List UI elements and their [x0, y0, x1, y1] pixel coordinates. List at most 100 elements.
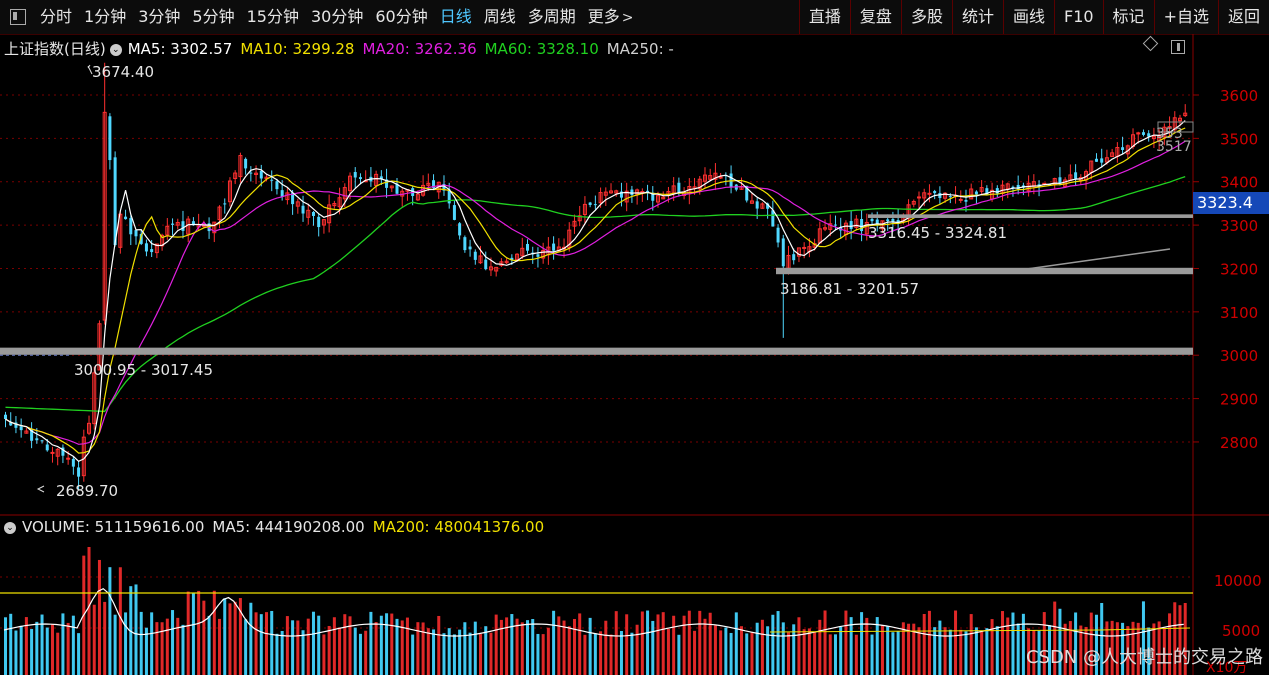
volume-bar [249, 602, 253, 675]
volume-bar [974, 627, 978, 675]
volume-bar [604, 620, 608, 675]
candle-body-down [452, 205, 456, 220]
volume-bar [656, 614, 660, 675]
candle-body-down [630, 189, 634, 196]
volume-bar [719, 630, 723, 675]
volume-bar [66, 622, 70, 675]
volume-bar [207, 615, 211, 675]
volume-bar [92, 604, 96, 675]
volume-bar [964, 631, 968, 675]
volume-bar [776, 611, 780, 675]
volume-bar [990, 619, 994, 675]
candle-body-down [468, 246, 472, 250]
volume-bar [1011, 612, 1015, 675]
volume-bar [118, 567, 122, 675]
volume-bar [531, 619, 535, 675]
volume-bar [599, 631, 603, 675]
candle-body-down [113, 157, 117, 246]
volume-bar [358, 633, 362, 675]
volume-bar [244, 619, 248, 675]
candle-body-down [40, 440, 44, 442]
kline-chart[interactable]: 3600 3500 3400 3300 3200 3100 3000 2900 2800 367… [0, 0, 1269, 675]
volume-bar [505, 617, 509, 675]
volume-bar [802, 629, 806, 675]
candles [4, 62, 1188, 490]
volume-bar [353, 627, 357, 675]
candle-body-down [223, 203, 227, 205]
candle-body-down [886, 219, 890, 222]
candle-body-down [259, 170, 263, 179]
volume-bar [651, 620, 655, 675]
volume-bar [103, 601, 107, 675]
volume-bar [807, 628, 811, 675]
candle-body-down [948, 196, 952, 198]
volume-bar [510, 614, 514, 675]
volume-bar [155, 622, 159, 675]
level-band-3320 [868, 214, 1193, 218]
volume-bar [405, 617, 409, 675]
candle-body-down [588, 202, 592, 205]
price-tick-label: 3500 [1220, 130, 1258, 148]
candle-body-down [781, 238, 785, 267]
candle-body-down [19, 426, 23, 431]
price-axis: 3600 3500 3400 3300 3200 3100 3000 2900 2800 [1193, 87, 1258, 452]
candle-body-down [77, 467, 81, 477]
range-label-3000: 3000.95 - 3017.45 [74, 361, 213, 379]
volume-bar [160, 622, 164, 675]
vol-tick-10000: 10000 [1214, 572, 1262, 590]
volume-bar [452, 634, 456, 675]
price-tick-label: 3200 [1220, 260, 1258, 278]
volume-bar [494, 614, 498, 675]
volume-bar [588, 617, 592, 675]
volume-bar [317, 615, 321, 675]
candle-body-down [1100, 158, 1104, 163]
volume-bar [515, 618, 519, 675]
volume-bar [463, 622, 467, 675]
volume-bar [395, 618, 399, 675]
volume-bar [661, 612, 665, 675]
volume-bar [218, 618, 222, 675]
volume-bar [306, 618, 310, 675]
volume-bar [640, 611, 644, 675]
volume-bar [593, 633, 597, 675]
price-tick-label: 3000 [1220, 347, 1258, 365]
volume-bar [865, 617, 869, 675]
volume-bar [567, 626, 571, 675]
volume-bar [432, 629, 436, 675]
volume-bar [552, 610, 556, 675]
volume-bar [698, 610, 702, 675]
volume-bar [186, 591, 190, 675]
volume-bar [755, 622, 759, 675]
volume-bar [860, 612, 864, 675]
candle-body-down [311, 212, 315, 216]
volume-bar [212, 590, 216, 675]
volume-bar [818, 619, 822, 675]
ma10-line [5, 127, 1186, 454]
volume-bar [572, 618, 576, 675]
volume-bar [734, 612, 738, 675]
volume-bar [265, 612, 268, 675]
candle-body-down [891, 218, 895, 222]
candle-body-down [35, 438, 39, 441]
candle-body-down [244, 158, 248, 169]
candle-body-down [792, 254, 796, 261]
volume-bar [677, 634, 681, 675]
candle-body-down [1094, 158, 1098, 162]
volume-bar [583, 634, 587, 675]
candle-body-down [771, 210, 775, 227]
candle-body-up [66, 457, 71, 460]
candle-body-down [1058, 177, 1062, 184]
volume-bar [980, 630, 984, 675]
volume-bar [77, 633, 81, 675]
volume-bar [917, 627, 921, 675]
candle-body-down [536, 254, 540, 257]
volume-bar [745, 633, 749, 675]
candle-body-down [458, 223, 462, 236]
volume-bar [97, 559, 101, 675]
volume-bars [0, 547, 1193, 675]
price-tick-label: 3600 [1220, 87, 1258, 105]
volume-bar [672, 615, 676, 675]
price-tick-label: 2800 [1220, 434, 1258, 452]
volume-bar [687, 610, 691, 675]
vol-tick-5000: 5000 [1222, 622, 1260, 640]
